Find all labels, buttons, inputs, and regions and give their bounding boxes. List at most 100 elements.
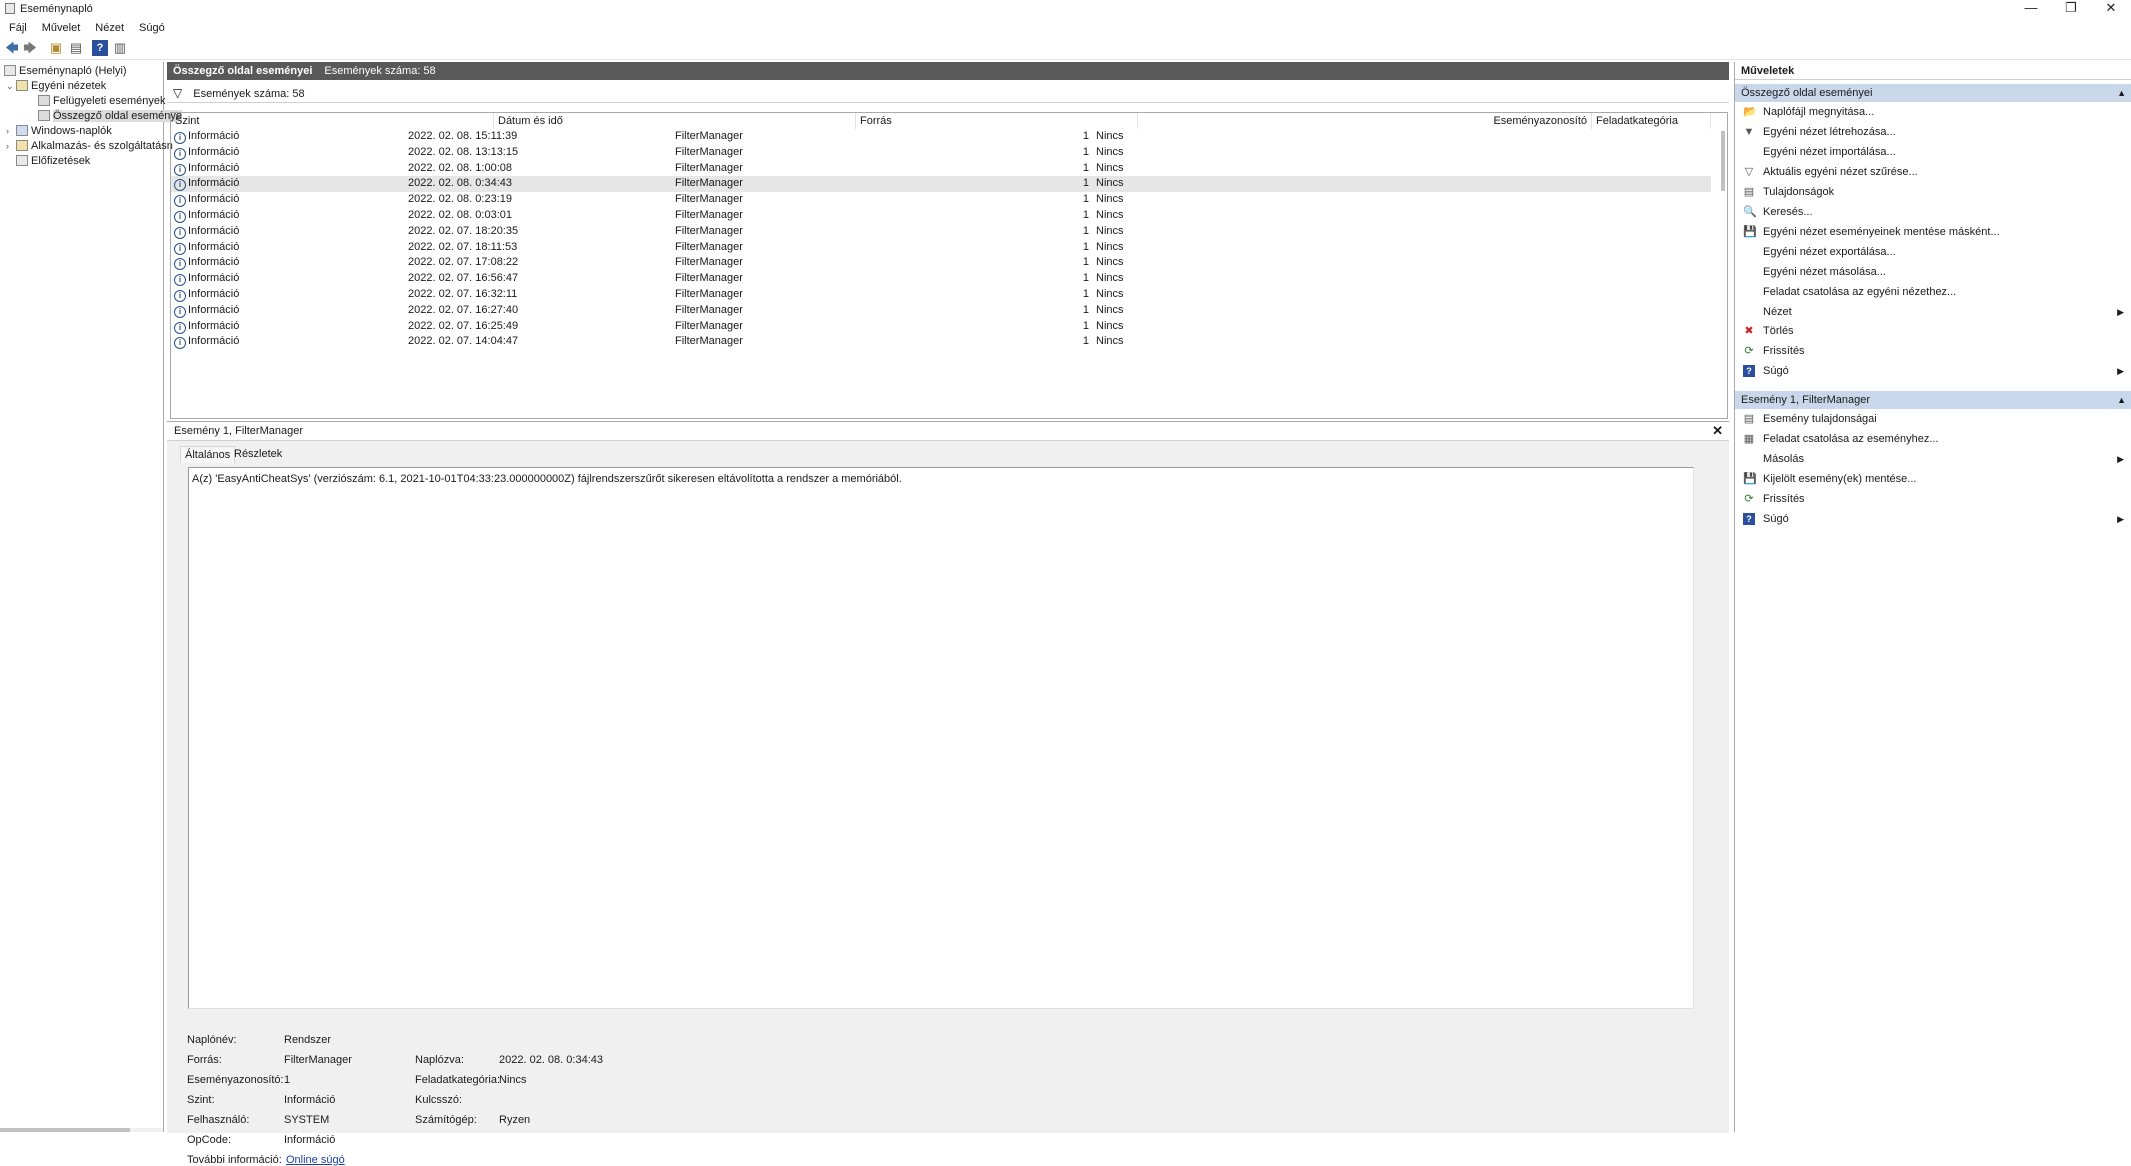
tree-node-windows-logs[interactable]: › Windows-naplók	[6, 124, 112, 138]
event-id-cell: 1	[821, 334, 1089, 350]
table-row[interactable]: i Információ 2022. 02. 07. 16:27:40 FilterM…	[171, 303, 1711, 319]
chevron-down-icon[interactable]: ⌄	[6, 79, 16, 93]
event-id-cell: 1	[821, 129, 1089, 145]
action-tulajdonsagok[interactable]: ▤ Tulajdonságok	[1735, 183, 2131, 201]
datetime-cell: 2022. 02. 08. 0:03:01	[408, 209, 512, 221]
table-row[interactable]: i Információ 2022. 02. 08. 0:03:01 FilterMa…	[171, 208, 1711, 224]
table-row[interactable]: i Információ 2022. 02. 07. 16:56:47 FilterM…	[171, 271, 1711, 287]
collapse-icon[interactable]: ▲	[2117, 84, 2126, 102]
column-header-task-category[interactable]: Feladatkategória	[1592, 113, 1711, 129]
action-kereses[interactable]: 🔍 Keresés...	[1735, 203, 2131, 221]
action-masolas[interactable]: Másolás ▶	[1735, 450, 2131, 468]
action-torles[interactable]: ✖ Törlés	[1735, 322, 2131, 340]
action-egyeni-nezet-exportalasa[interactable]: Egyéni nézet exportálása...	[1735, 243, 2131, 261]
action-frissites[interactable]: ⟳ Frissítés	[1735, 342, 2131, 360]
action-label: Egyéni nézet létrehozása...	[1763, 125, 1896, 138]
action-feladat-csatolasa-az-egyeni-nezethez[interactable]: Feladat csatolása az egyéni nézethez...	[1735, 283, 2131, 301]
action-label: Törlés	[1763, 325, 1794, 338]
action-feladat-csatolasa-az-esemenyhez[interactable]: ▦ Feladat csatolása az eseményhez...	[1735, 430, 2131, 448]
subscriptions-icon	[16, 155, 28, 166]
tab-details[interactable]: Részletek	[230, 446, 286, 462]
action-egyeni-nezet-masolasa[interactable]: Egyéni nézet másolása...	[1735, 263, 2131, 281]
menu-help[interactable]: Súgó	[133, 20, 171, 36]
table-row[interactable]: i Információ 2022. 02. 08. 15:11:39 FilterM…	[171, 129, 1711, 145]
task-category-cell: Nincs	[1096, 224, 1124, 237]
tree-node-custom-views[interactable]: ⌄ Egyéni nézetek	[6, 79, 106, 93]
action-label: Frissítés	[1763, 492, 1805, 505]
action-kijelolt-esemeny-ek-mentese[interactable]: 💾 Kijelölt esemény(ek) mentése...	[1735, 470, 2131, 488]
actions-section-event[interactable]: Esemény 1, FilterManager ▲	[1735, 391, 2131, 409]
table-row[interactable]: i Információ 2022. 02. 07. 14:04:47 FilterM…	[171, 334, 1711, 350]
scrollbar-thumb[interactable]	[1721, 131, 1725, 191]
table-row[interactable]: i Információ 2022. 02. 07. 18:11:53 FilterM…	[171, 240, 1711, 256]
chevron-right-icon[interactable]: ›	[6, 124, 16, 138]
level-cell: i Információ	[174, 287, 239, 303]
information-icon: i	[174, 163, 186, 176]
action-egyeni-nezet-esemenyeinek-mentese-maskent[interactable]: 💾 Egyéni nézet eseményeinek mentése máské…	[1735, 223, 2131, 241]
actions-section-summary-page[interactable]: Összegző oldal eseményei ▲	[1735, 84, 2131, 102]
level-cell: i Információ	[174, 271, 239, 287]
logs-folder-icon	[16, 125, 28, 136]
source-cell: FilterManager	[675, 272, 743, 285]
tree-horizontal-scrollbar[interactable]	[0, 1128, 163, 1132]
tab-general[interactable]: Általános	[180, 446, 236, 463]
tree-node-subscriptions[interactable]: Előfizetések	[16, 154, 90, 168]
table-row[interactable]: i Információ 2022. 02. 08. 0:23:19 FilterMa…	[171, 192, 1711, 208]
level-text: Információ	[188, 319, 240, 332]
action-frissites[interactable]: ⟳ Frissítés	[1735, 490, 2131, 508]
submenu-arrow-icon: ▶	[2117, 453, 2124, 464]
action-label: Naplófájl megnyitása...	[1763, 106, 1875, 118]
action-aktualis-egyeni-nezet-szurese[interactable]: ▽ Aktuális egyéni nézet szűrése...	[1735, 163, 2131, 181]
menu-action[interactable]: Művelet	[36, 20, 87, 36]
event-id-cell: 1	[821, 271, 1089, 287]
table-row[interactable]: i Információ 2022. 02. 08. 1:00:08 FilterMa…	[171, 161, 1711, 177]
table-row[interactable]: i Információ 2022. 02. 07. 16:25:49 FilterM…	[171, 319, 1711, 335]
table-row[interactable]: i Információ 2022. 02. 07. 17:08:22 FilterM…	[171, 255, 1711, 271]
action-naplofajl-megnyitasa[interactable]: 📂 Naplófájl megnyitása...	[1735, 103, 2131, 121]
column-header-source[interactable]: Forrás	[856, 113, 1138, 129]
action-egyeni-nezet-importalasa[interactable]: Egyéni nézet importálása...	[1735, 143, 2131, 161]
menu-file[interactable]: Fájl	[3, 20, 33, 36]
tree-node-root[interactable]: Eseménynapló (Helyi)	[4, 64, 127, 78]
up-folder-icon[interactable]: ▣	[48, 40, 64, 56]
column-header-datetime[interactable]: Dátum és idő	[494, 113, 856, 129]
level-cell: i Információ	[174, 224, 239, 240]
menu-view[interactable]: Nézet	[89, 20, 130, 36]
close-button[interactable]: ✕	[2091, 0, 2131, 18]
task-category-cell: Nincs	[1096, 161, 1124, 174]
online-help-link[interactable]: Online súgó	[286, 1154, 345, 1166]
tree-node-summary-page-events[interactable]: Összegző oldal eseménye	[38, 109, 183, 123]
table-vertical-scrollbar[interactable]	[1721, 131, 1725, 416]
help-icon[interactable]: ?	[92, 40, 108, 56]
table-row[interactable]: i Információ 2022. 02. 08. 0:34:43 FilterMa…	[171, 176, 1711, 193]
table-row[interactable]: i Információ 2022. 02. 07. 16:32:11 FilterM…	[171, 287, 1711, 303]
column-header-level[interactable]: Szint	[171, 113, 494, 129]
column-header-event-id[interactable]: Eseményazonosító	[1138, 113, 1592, 129]
scrollbar-thumb[interactable]	[0, 1128, 130, 1132]
tree-node-app-service-logs[interactable]: › Alkalmazás- és szolgáltatásn	[6, 139, 173, 153]
restore-button[interactable]: ❐	[2051, 0, 2091, 18]
table-row[interactable]: i Információ 2022. 02. 08. 13:13:15 FilterM…	[171, 145, 1711, 161]
back-icon[interactable]: 🡄	[4, 40, 20, 56]
action-sugo[interactable]: ? Súgó ▶	[1735, 362, 2131, 380]
minimize-button[interactable]: —	[2011, 0, 2051, 18]
tree-node-admin-events[interactable]: Felügyeleti események	[38, 94, 166, 108]
collapse-icon[interactable]: ▲	[2117, 391, 2126, 409]
action-egyeni-nezet-letrehozasa[interactable]: ▼ Egyéni nézet létrehozása...	[1735, 123, 2131, 141]
event-message-box[interactable]: A(z) 'EasyAntiCheatSys' (verziószám: 6.1…	[188, 467, 1694, 1009]
forward-icon[interactable]: 🡆	[22, 40, 38, 56]
filter-icon	[38, 95, 50, 106]
source-cell: FilterManager	[675, 224, 743, 237]
event-id-cell: 1	[821, 255, 1089, 271]
table-row[interactable]: i Információ 2022. 02. 07. 18:20:35 FilterM…	[171, 224, 1711, 240]
show-hide-tree-icon[interactable]: ▤	[68, 40, 84, 56]
filter-icon[interactable]: ▽	[173, 86, 182, 100]
source-cell: FilterManager	[675, 209, 743, 221]
show-hide-action-pane-icon[interactable]: ▥	[112, 40, 128, 56]
action-sugo[interactable]: ? Súgó ▶	[1735, 510, 2131, 528]
chevron-right-icon[interactable]: ›	[6, 139, 16, 153]
save-icon: 💾	[1743, 472, 1757, 485]
close-icon[interactable]: ✕	[1712, 422, 1723, 440]
action-nezet[interactable]: Nézet ▶	[1735, 303, 2131, 321]
action-esemeny-tulajdonsagai[interactable]: ▤ Esemény tulajdonságai	[1735, 410, 2131, 428]
